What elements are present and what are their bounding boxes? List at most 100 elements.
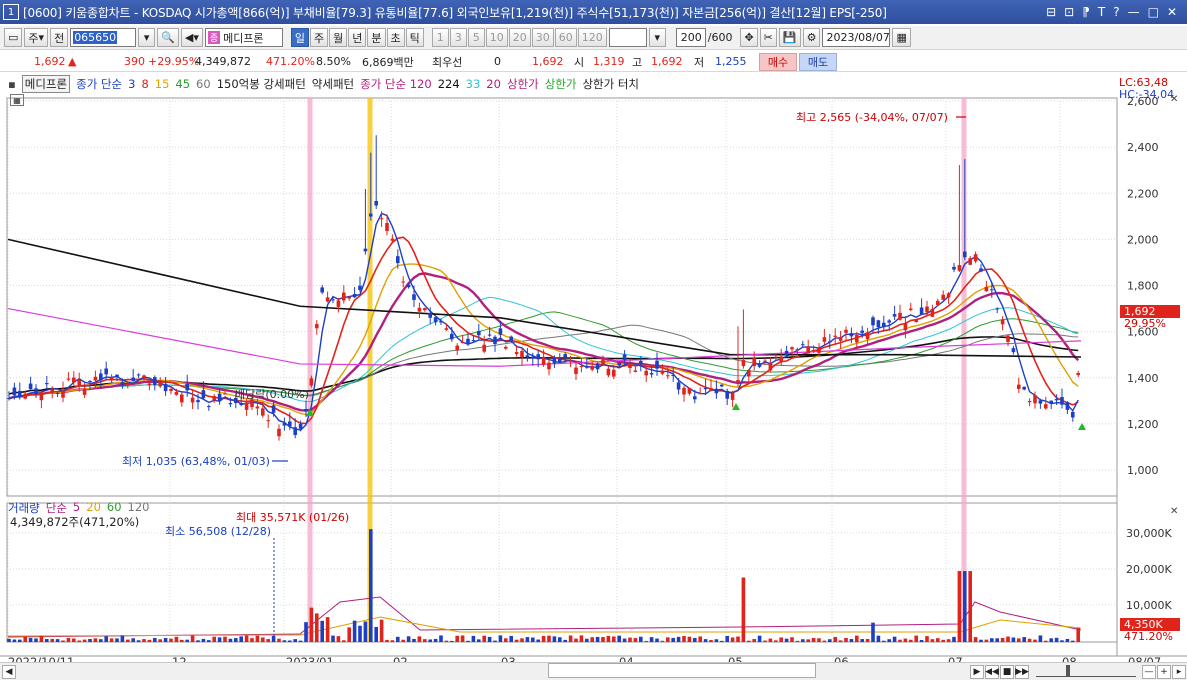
candle-body — [320, 287, 324, 293]
date-input[interactable]: 2023/08/07 — [822, 28, 891, 47]
window-icon-1[interactable]: ⊡ — [1064, 5, 1074, 19]
legend-limit-touch[interactable]: 상한가 터치 — [582, 76, 639, 92]
volume-bar — [790, 637, 794, 642]
period-tab-0[interactable]: 일 — [290, 28, 309, 47]
legend-ma2-period-1[interactable]: 33 — [466, 77, 481, 91]
interval-tab-5[interactable]: 30 — [531, 28, 554, 47]
volume-bar — [930, 639, 935, 642]
candle-body — [558, 358, 562, 363]
interval-tab-3[interactable]: 10 — [485, 28, 508, 47]
code-dropdown-icon[interactable]: ▾ — [138, 28, 156, 47]
stock-code-input[interactable]: 065650 — [70, 28, 137, 47]
interval-input[interactable] — [608, 28, 647, 47]
zoom-in-icon[interactable]: + — [1157, 664, 1171, 679]
candle-body — [849, 333, 854, 337]
volume-bar — [671, 637, 675, 642]
period-tab-6[interactable]: 틱 — [405, 28, 424, 47]
candle-body — [590, 366, 594, 370]
legend-pattern[interactable]: 150억봉 강세패턴 — [217, 76, 306, 92]
prev-button[interactable]: 전 — [50, 28, 69, 47]
window-icon-2[interactable]: ⁋ — [1082, 5, 1090, 19]
speaker-icon[interactable]: ◀▾ — [180, 28, 203, 47]
count-input[interactable]: 200 — [675, 28, 706, 47]
period-tab-2[interactable]: 월 — [329, 28, 348, 47]
volume-bar — [1011, 637, 1016, 642]
table-icon[interactable]: ▦ — [10, 94, 24, 106]
candle-body — [207, 406, 211, 408]
interval-tab-0[interactable]: 1 — [431, 28, 449, 47]
layout-icon[interactable]: ▭ — [4, 28, 23, 47]
window-icon-4[interactable]: ? — [1113, 5, 1119, 19]
window-icon-3[interactable]: T — [1098, 5, 1105, 19]
legend-ma2-period-0[interactable]: 224 — [438, 77, 460, 91]
candle-body — [763, 360, 767, 362]
title-bar: 1 [0600] 키움종합차트 - KOSDAQ 시가총액[866(억)] 부채… — [0, 0, 1187, 24]
scroll-thumb[interactable] — [548, 663, 816, 678]
legend-limit-up[interactable]: 상한가 — [507, 76, 539, 92]
legend-ma-period-4[interactable]: 60 — [196, 77, 211, 91]
candle-body — [768, 363, 773, 371]
chart-toolbar: ▭ 주 ▾ 전 065650 ▾ 🔍 ◀▾ 종 메디프론 일주월년분초틱 1 3 5 10… — [0, 26, 1187, 50]
period-tab-1[interactable]: 주 — [310, 28, 329, 47]
legend-ma-period-3[interactable]: 45 — [175, 77, 190, 91]
volume-bar — [379, 619, 384, 642]
volume-bar — [849, 639, 854, 642]
window-icon-0[interactable]: ⊟ — [1046, 5, 1056, 19]
interval-tab-7[interactable]: 120 — [577, 28, 607, 47]
last-icon[interactable]: ▶▶ — [1015, 664, 1029, 679]
x-tick-label: 2022/10/11 — [8, 655, 74, 662]
candle-body — [536, 354, 540, 360]
legend-ma-period-2[interactable]: 15 — [155, 77, 170, 91]
interval-tab-1[interactable]: 3 — [449, 28, 467, 47]
legend-stock[interactable]: 메디프론 — [21, 75, 71, 93]
period-tab-5[interactable]: 초 — [386, 28, 405, 47]
interval-tab-4[interactable]: 20 — [508, 28, 531, 47]
first-icon[interactable]: ◀◀ — [985, 664, 999, 679]
candle-body — [666, 375, 670, 377]
legend-ma2-label[interactable]: 종가 단순 120 — [360, 76, 432, 92]
zoom-out-icon[interactable]: — — [1142, 664, 1156, 679]
candle-body — [865, 332, 870, 340]
interval-dropdown-icon[interactable]: ▾ — [648, 28, 666, 47]
legend-ma-period-0[interactable]: 3 — [128, 77, 135, 91]
candle-body — [979, 268, 983, 272]
zoom-slider[interactable] — [1036, 664, 1136, 677]
search-icon[interactable]: 🔍 — [157, 28, 179, 47]
legend-ma-label[interactable]: 종가 단순 — [76, 76, 122, 92]
legend-ma2-period-2[interactable]: 20 — [486, 77, 501, 91]
volume-bar — [865, 638, 870, 642]
period-tab-4[interactable]: 분 — [367, 28, 386, 47]
interval-tab-6[interactable]: 60 — [554, 28, 577, 47]
scroll-right-icon[interactable]: ▶ — [970, 664, 984, 679]
save-icon[interactable]: 💾 — [778, 28, 801, 47]
expand-icon[interactable]: ▸ — [1172, 664, 1186, 679]
window-icon-5[interactable]: — — [1128, 5, 1140, 19]
window-icon-7[interactable]: ✕ — [1167, 5, 1177, 19]
scroll-left-icon[interactable]: ◀ — [2, 664, 16, 679]
candle-body — [504, 346, 508, 349]
candle-body — [579, 366, 584, 368]
candle-body — [774, 356, 778, 358]
volume-bar — [406, 636, 411, 642]
crosshair-icon[interactable]: ✥ — [740, 28, 758, 47]
cut-icon[interactable]: ✂ — [759, 28, 777, 47]
market-select[interactable]: 주 ▾ — [24, 28, 49, 47]
candle-body — [293, 427, 297, 435]
stock-name-field[interactable]: 종 메디프론 — [204, 28, 283, 47]
settings-icon[interactable]: ⚙ — [802, 28, 821, 47]
window-icon-6[interactable]: □ — [1148, 5, 1159, 19]
price-chart[interactable]: 2,6002,4002,2002,0001,8001,6001,4001,200… — [0, 62, 1187, 662]
y-tick-label: 2,400 — [1127, 141, 1159, 154]
legend-weak[interactable]: 약세패턴 — [312, 76, 354, 92]
count-total: /600 — [707, 31, 733, 44]
legend-limit-up2[interactable]: 상한가 — [545, 76, 577, 92]
y-tick-label: 2,200 — [1127, 187, 1159, 200]
interval-tab-2[interactable]: 5 — [467, 28, 485, 47]
candle-body — [487, 334, 492, 336]
legend-ma-period-1[interactable]: 8 — [141, 77, 148, 91]
calendar-icon[interactable]: ▦ — [892, 28, 911, 47]
window-number[interactable]: 1 — [3, 4, 19, 20]
stop-icon[interactable]: ■ — [1000, 664, 1014, 679]
candle-body — [1049, 400, 1053, 404]
period-tab-3[interactable]: 년 — [348, 28, 367, 47]
